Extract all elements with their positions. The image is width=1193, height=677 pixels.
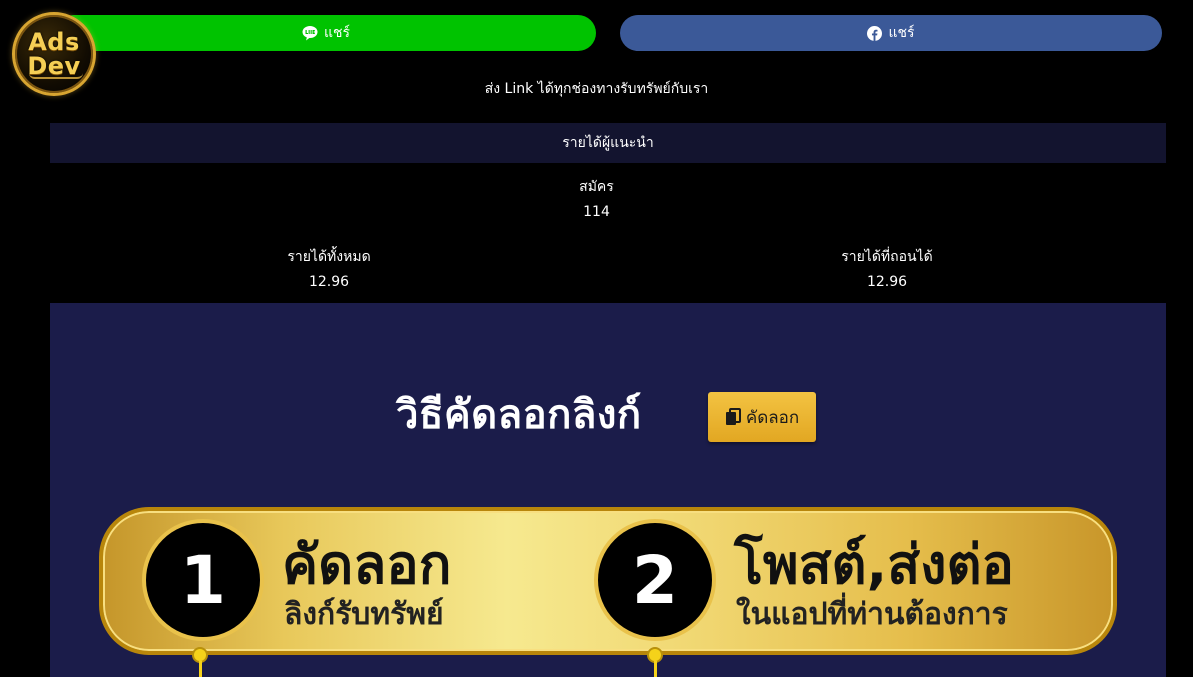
- banner-title: วิธีคัดลอกลิงก์: [396, 392, 642, 438]
- signup-count: 114: [583, 204, 610, 220]
- referral-income-header: รายได้ผู้แนะนำ: [50, 123, 1166, 163]
- how-to-copy-link-banner: วิธีคัดลอกลิงก์ คัดลอก 1 คัดลอก ลิงก์รับ…: [50, 303, 1166, 677]
- ads-dev-logo[interactable]: Ads Dev: [12, 12, 96, 96]
- copy-badge-label: คัดลอก: [745, 407, 800, 428]
- copy-icon: [725, 408, 741, 426]
- facebook-share-button[interactable]: แชร์: [620, 15, 1162, 51]
- facebook-share-label: แชร์: [888, 25, 915, 41]
- invite-text: ส่ง Link ได้ทุกช่องทางรับทรัพย์กับเรา: [484, 81, 709, 97]
- page: Ads Dev แชร์ แชร์ ส่ง Link ได้ทุกช่องทาง…: [0, 0, 1193, 677]
- line-chat-icon: [302, 25, 318, 41]
- logo-swoosh: [29, 73, 83, 79]
- total-income-label: รายได้ทั้งหมด: [287, 249, 371, 265]
- step-2-circle: 2: [594, 519, 716, 641]
- facebook-icon: [867, 25, 883, 41]
- logo-text-line1: Ads: [28, 28, 80, 56]
- step-1-subtitle: ลิงก์รับทรัพย์: [284, 597, 444, 632]
- step-2-connector-line: [653, 661, 657, 677]
- copy-badge: คัดลอก: [708, 392, 816, 442]
- withdrawable-income-value: 12.96: [866, 274, 908, 290]
- signup-label: สมัคร: [579, 179, 614, 195]
- withdrawable-income-label: รายได้ที่ถอนได้: [841, 249, 933, 265]
- step-2-number: 2: [632, 541, 678, 619]
- line-share-label: แชร์: [323, 25, 351, 41]
- line-share-button[interactable]: แชร์: [56, 15, 596, 51]
- step-1-title: คัดลอก: [282, 533, 452, 596]
- step-2-title: โพสต์,ส่งต่อ: [734, 533, 1014, 596]
- step-1-number: 1: [180, 541, 226, 619]
- step-2-subtitle: ในแอปที่ท่านต้องการ: [736, 597, 1008, 632]
- step-1-connector-line: [198, 661, 202, 677]
- total-income-value: 12.96: [308, 274, 350, 290]
- step-1-circle: 1: [142, 519, 264, 641]
